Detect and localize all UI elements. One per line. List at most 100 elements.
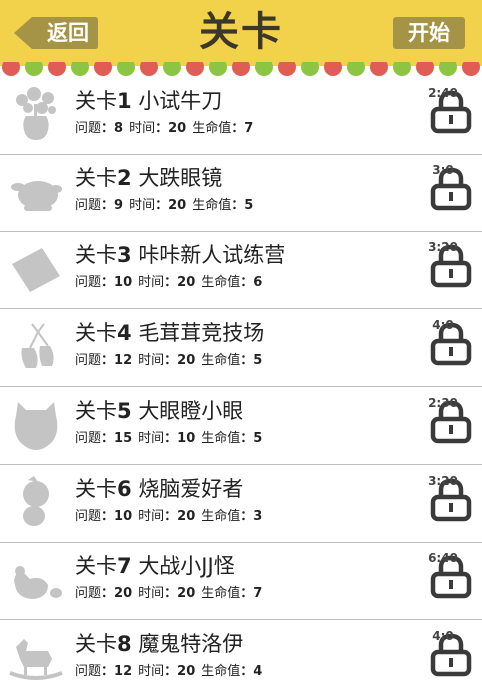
time-value: 20 (177, 509, 196, 524)
level-row-5[interactable]: 关卡5 大眼瞪小眼 问题：15 时间：10 生命值：5 2:30 (0, 388, 482, 465)
questions-value: 10 (114, 509, 133, 524)
questions-label: 问题 (75, 431, 102, 446)
lives-value: 6 (253, 275, 263, 290)
level-row-6[interactable]: 关卡6 烧脑爱好者 问题：10 时间：20 生命值：3 3:20 (0, 466, 482, 543)
time-value: 20 (177, 586, 196, 601)
time-label: 时间 (138, 586, 165, 601)
header-bar: 返回 关卡 开始 (0, 0, 482, 66)
level-number: 4 (117, 321, 132, 345)
level-stats: 问题：15 时间：10 生命值：5 (75, 431, 263, 446)
level-number: 7 (117, 554, 132, 578)
time-limit: 2:30 (428, 396, 458, 410)
level-row-8[interactable]: 关卡8 魔鬼特洛伊 问题：12 时间：20 生命值：4 4:0 (0, 621, 482, 697)
level-number: 8 (117, 632, 132, 656)
scallop-border (0, 62, 482, 76)
lives-label: 生命值 (201, 275, 241, 290)
questions-label: 问题 (75, 509, 102, 524)
lives-value: 7 (244, 121, 254, 136)
time-value: 10 (177, 431, 196, 446)
time-label: 时间 (138, 353, 165, 368)
level-prefix: 关卡 (75, 632, 117, 656)
owl-icon (14, 402, 58, 450)
level-row-1[interactable]: 关卡1 小试牛刀 问题：8 时间：20 生命值：7 2:40 (0, 78, 482, 155)
card-icon (12, 248, 60, 292)
time-limit: 3:0 (432, 163, 454, 177)
lives-label: 生命值 (201, 353, 241, 368)
level-prefix: 关卡 (75, 89, 117, 113)
scallop-dot (347, 62, 365, 76)
level-stats: 问题：9 时间：20 生命值：5 (75, 198, 254, 213)
level-row-3[interactable]: 关卡3 咔咔新人试练营 问题：10 时间：20 生命值：6 3:20 (0, 232, 482, 309)
scallop-dot (255, 62, 273, 76)
time-limit: 3:20 (428, 474, 458, 488)
lives-label: 生命值 (192, 198, 232, 213)
questions-label: 问题 (75, 198, 102, 213)
roast-chicken-icon (11, 181, 62, 211)
level-stats: 问题：20 时间：20 生命值：7 (75, 586, 263, 601)
level-stats: 问题：10 时间：20 生命值：6 (75, 275, 263, 290)
time-limit: 4:0 (432, 629, 454, 643)
time-value: 20 (177, 353, 196, 368)
level-number: 5 (117, 399, 132, 423)
scallop-dot (393, 62, 411, 76)
scallop-dot (117, 62, 135, 76)
time-value: 20 (168, 198, 187, 213)
lives-value: 3 (253, 509, 263, 524)
lives-value: 4 (253, 664, 263, 679)
level-number: 3 (117, 243, 132, 267)
scallop-dot (2, 62, 20, 76)
questions-label: 问题 (75, 121, 102, 136)
lives-value: 5 (253, 353, 263, 368)
scallop-dot (25, 62, 43, 76)
scallop-dot (370, 62, 388, 76)
level-name: 魔鬼特洛伊 (138, 632, 244, 656)
time-limit: 3:20 (428, 240, 458, 254)
questions-value: 8 (114, 121, 124, 136)
scallop-dot (324, 62, 342, 76)
level-prefix: 关卡 (75, 321, 117, 345)
questions-value: 12 (114, 353, 133, 368)
level-name: 烧脑爱好者 (138, 477, 244, 501)
time-value: 20 (177, 275, 196, 290)
scallop-dot (301, 62, 319, 76)
level-number: 1 (117, 89, 132, 113)
questions-label: 问题 (75, 275, 102, 290)
level-number: 2 (117, 166, 132, 190)
time-value: 20 (168, 121, 187, 136)
questions-value: 9 (114, 198, 124, 213)
level-name: 毛茸茸竞技场 (138, 321, 265, 345)
lives-label: 生命值 (192, 121, 232, 136)
start-button[interactable]: 开始 (393, 17, 465, 49)
scallop-dot (439, 62, 457, 76)
time-limit: 6:40 (428, 551, 458, 565)
flower-vase-icon (16, 87, 56, 140)
level-row-7[interactable]: 关卡7 大战小JJ怪 问题：20 时间：20 生命值：7 6:40 (0, 543, 482, 620)
scallop-dot (163, 62, 181, 76)
scallop-dot (48, 62, 66, 76)
questions-label: 问题 (75, 664, 102, 679)
level-row-2[interactable]: 关卡2 大跌眼镜 问题：9 时间：20 生命值：5 3:0 (0, 155, 482, 232)
scallop-dot (94, 62, 112, 76)
time-value: 20 (177, 664, 196, 679)
lives-value: 7 (253, 586, 263, 601)
lives-label: 生命值 (201, 664, 241, 679)
level-prefix: 关卡 (75, 477, 117, 501)
time-label: 时间 (129, 121, 156, 136)
level-number: 6 (117, 477, 132, 501)
level-stats: 问题：8 时间：20 生命值：7 (75, 121, 254, 136)
scallop-dot (186, 62, 204, 76)
level-row-4[interactable]: 关卡4 毛茸茸竞技场 问题：12 时间：20 生命值：5 4:0 (0, 310, 482, 387)
questions-value: 20 (114, 586, 133, 601)
chick-icon (23, 476, 49, 526)
questions-label: 问题 (75, 586, 102, 601)
scallop-dot (209, 62, 227, 76)
level-name: 小试牛刀 (138, 89, 223, 113)
mittens-icon (21, 323, 54, 368)
scallop-dot (462, 62, 480, 76)
hen-icon (14, 566, 62, 599)
level-stats: 问题：10 时间：20 生命值：3 (75, 509, 263, 524)
level-stats: 问题：12 时间：20 生命值：4 (75, 664, 263, 679)
scallop-dot (416, 62, 434, 76)
time-limit: 2:40 (428, 86, 458, 100)
time-label: 时间 (138, 431, 165, 446)
